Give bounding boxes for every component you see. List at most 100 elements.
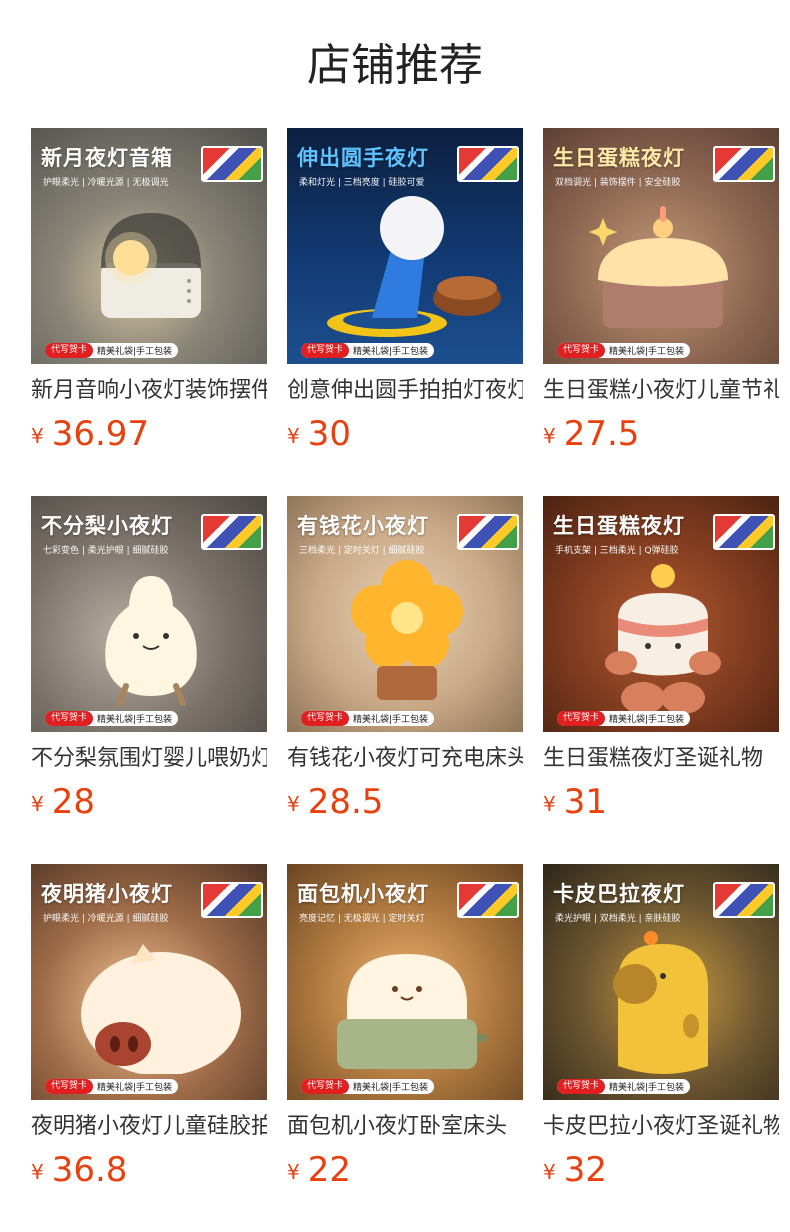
product-card[interactable]: 有钱花小夜灯 三档柔光 | 定时关灯 | 细腻硅胶 代写贺卡 精美礼袋|手工包装…: [287, 496, 523, 826]
currency-symbol: ¥: [287, 792, 300, 816]
greeting-card-tag: 代写贺卡: [45, 711, 94, 726]
currency-symbol: ¥: [287, 424, 300, 448]
gift-box-icon: [713, 514, 775, 550]
image-subtitle: 护眼柔光 | 冷暖光源 | 无极调光: [43, 178, 169, 188]
price-value: 22: [307, 1150, 351, 1190]
product-card[interactable]: 伸出圆手夜灯 柔和灯光 | 三档亮度 | 硅胶可爱 代写贺卡 精美礼袋|手工包装…: [287, 128, 523, 458]
currency-symbol: ¥: [287, 1160, 300, 1184]
image-footer-banner: 代写贺卡 精美礼袋|手工包装: [301, 711, 435, 726]
product-card[interactable]: 夜明猪小夜灯 护眼柔光 | 冷暖光源 | 细腻硅胶 代写贺卡 精美礼袋|手工包装…: [31, 864, 267, 1194]
cake-figure-lamp-illustration: [605, 564, 721, 714]
packaging-text: 精美礼袋|手工包装: [609, 715, 685, 725]
gift-box-icon: [201, 514, 263, 550]
price-value: 31: [563, 782, 607, 822]
product-name[interactable]: 生日蛋糕夜灯圣诞礼物: [543, 744, 779, 774]
price-value: 32: [563, 1150, 607, 1190]
greeting-card-tag: 代写贺卡: [557, 343, 606, 358]
image-footer-banner: 代写贺卡 精美礼袋|手工包装: [301, 1079, 435, 1094]
product-price: ¥31: [543, 782, 607, 822]
hand-lamp-illustration: [327, 196, 501, 337]
image-footer-banner: 代写贺卡 精美礼袋|手工包装: [557, 711, 691, 726]
product-card[interactable]: 生日蛋糕夜灯 手机支架 | 三档柔光 | Q弹硅胶 代写贺卡 精美礼袋|手工包装…: [543, 496, 779, 826]
gift-box-icon: [457, 514, 519, 550]
packaging-text: 精美礼袋|手工包装: [609, 1083, 685, 1093]
image-footer-banner: 代写贺卡 精美礼袋|手工包装: [45, 711, 179, 726]
image-headline: 夜明猪小夜灯: [41, 882, 173, 906]
product-image[interactable]: 卡皮巴拉夜灯 柔光护眼 | 双档柔光 | 亲肤硅胶 代写贺卡 精美礼袋|手工包装: [543, 864, 779, 1100]
gift-box-icon: [457, 882, 519, 918]
packaging-text: 精美礼袋|手工包装: [353, 1083, 429, 1093]
product-name[interactable]: 创意伸出圆手拍拍灯夜灯: [287, 376, 523, 406]
gift-box-icon: [457, 146, 519, 182]
image-subtitle: 柔和灯光 | 三档亮度 | 硅胶可爱: [299, 178, 425, 188]
product-card[interactable]: 卡皮巴拉夜灯 柔光护眼 | 双档柔光 | 亲肤硅胶 代写贺卡 精美礼袋|手工包装…: [543, 864, 779, 1194]
price-value: 28.5: [307, 782, 384, 822]
image-headline: 新月夜灯音箱: [41, 146, 173, 170]
image-footer-banner: 代写贺卡 精美礼袋|手工包装: [45, 1079, 179, 1094]
product-image[interactable]: 生日蛋糕夜灯 手机支架 | 三档柔光 | Q弹硅胶 代写贺卡 精美礼袋|手工包装: [543, 496, 779, 732]
price-value: 28: [51, 782, 95, 822]
currency-symbol: ¥: [31, 792, 44, 816]
product-name[interactable]: 面包机小夜灯卧室床头: [287, 1112, 523, 1142]
product-image[interactable]: 伸出圆手夜灯 柔和灯光 | 三档亮度 | 硅胶可爱 代写贺卡 精美礼袋|手工包装: [287, 128, 523, 364]
image-subtitle: 手机支架 | 三档柔光 | Q弹硅胶: [555, 546, 679, 556]
pear-lamp-illustration: [105, 576, 197, 706]
product-image[interactable]: 新月夜灯音箱 护眼柔光 | 冷暖光源 | 无极调光 代写贺卡 精美礼袋|手工包装: [31, 128, 267, 364]
currency-symbol: ¥: [543, 792, 556, 816]
image-subtitle: 双档调光 | 装饰摆件 | 安全硅胶: [555, 178, 681, 188]
product-card[interactable]: 新月夜灯音箱 护眼柔光 | 冷暖光源 | 无极调光 代写贺卡 精美礼袋|手工包装…: [31, 128, 267, 458]
greeting-card-tag: 代写贺卡: [557, 711, 606, 726]
toaster-lamp-illustration: [337, 954, 487, 1069]
product-name[interactable]: 新月音响小夜灯装饰摆件: [31, 376, 267, 406]
product-name[interactable]: 夜明猪小夜灯儿童硅胶拍拍灯: [31, 1112, 267, 1142]
currency-symbol: ¥: [543, 1160, 556, 1184]
product-image[interactable]: 有钱花小夜灯 三档柔光 | 定时关灯 | 细腻硅胶 代写贺卡 精美礼袋|手工包装: [287, 496, 523, 732]
image-footer-banner: 代写贺卡 精美礼袋|手工包装: [301, 343, 435, 358]
product-image[interactable]: 夜明猪小夜灯 护眼柔光 | 冷暖光源 | 细腻硅胶 代写贺卡 精美礼袋|手工包装: [31, 864, 267, 1100]
product-card[interactable]: 面包机小夜灯 亮度记忆 | 无极调光 | 定时关灯 代写贺卡 精美礼袋|手工包装…: [287, 864, 523, 1194]
product-card[interactable]: 生日蛋糕夜灯 双档调光 | 装饰摆件 | 安全硅胶 代写贺卡 精美礼袋|手工包装…: [543, 128, 779, 458]
currency-symbol: ¥: [31, 424, 44, 448]
product-price: ¥28.5: [287, 782, 383, 822]
image-headline: 生日蛋糕夜灯: [553, 514, 685, 538]
gift-box-icon: [713, 146, 775, 182]
flower-lamp-illustration: [351, 560, 463, 700]
greeting-card-tag: 代写贺卡: [301, 711, 350, 726]
product-image[interactable]: 面包机小夜灯 亮度记忆 | 无极调光 | 定时关灯 代写贺卡 精美礼袋|手工包装: [287, 864, 523, 1100]
product-name[interactable]: 不分梨氛围灯婴儿喂奶灯: [31, 744, 267, 774]
product-image[interactable]: 生日蛋糕夜灯 双档调光 | 装饰摆件 | 安全硅胶 代写贺卡 精美礼袋|手工包装: [543, 128, 779, 364]
greeting-card-tag: 代写贺卡: [45, 343, 94, 358]
gift-box-icon: [201, 882, 263, 918]
gift-box-icon: [201, 146, 263, 182]
packaging-text: 精美礼袋|手工包装: [353, 715, 429, 725]
packaging-text: 精美礼袋|手工包装: [609, 347, 685, 357]
product-name[interactable]: 生日蛋糕小夜灯儿童节礼物: [543, 376, 779, 406]
product-card[interactable]: 不分梨小夜灯 七彩变色 | 柔光护眼 | 细腻硅胶 代写贺卡 精美礼袋|手工包装…: [31, 496, 267, 826]
speaker-lamp-illustration: [101, 213, 201, 318]
product-price: ¥30: [287, 414, 351, 454]
product-name[interactable]: 卡皮巴拉小夜灯圣诞礼物: [543, 1112, 779, 1142]
image-headline: 生日蛋糕夜灯: [553, 146, 685, 170]
product-price: ¥36.97: [31, 414, 149, 454]
image-subtitle: 七彩变色 | 柔光护眼 | 细腻硅胶: [43, 546, 169, 556]
cake-lamp-illustration: [589, 206, 728, 328]
image-subtitle: 三档柔光 | 定时关灯 | 细腻硅胶: [299, 546, 425, 556]
image-footer-banner: 代写贺卡 精美礼袋|手工包装: [557, 343, 691, 358]
currency-symbol: ¥: [543, 424, 556, 448]
image-subtitle: 亮度记忆 | 无极调光 | 定时关灯: [299, 914, 425, 924]
greeting-card-tag: 代写贺卡: [557, 1079, 606, 1094]
price-value: 30: [307, 414, 351, 454]
packaging-text: 精美礼袋|手工包装: [97, 1083, 173, 1093]
product-price: ¥32: [543, 1150, 607, 1190]
packaging-text: 精美礼袋|手工包装: [353, 347, 429, 357]
image-subtitle: 护眼柔光 | 冷暖光源 | 细腻硅胶: [43, 914, 169, 924]
product-price: ¥22: [287, 1150, 351, 1190]
product-image[interactable]: 不分梨小夜灯 七彩变色 | 柔光护眼 | 细腻硅胶 代写贺卡 精美礼袋|手工包装: [31, 496, 267, 732]
gift-box-icon: [713, 882, 775, 918]
image-footer-banner: 代写贺卡 精美礼袋|手工包装: [45, 343, 179, 358]
product-name[interactable]: 有钱花小夜灯可充电床头灯: [287, 744, 523, 774]
image-headline: 不分梨小夜灯: [41, 514, 173, 538]
greeting-card-tag: 代写贺卡: [45, 1079, 94, 1094]
capybara-lamp-illustration: [613, 931, 708, 1074]
product-price: ¥36.8: [31, 1150, 127, 1190]
